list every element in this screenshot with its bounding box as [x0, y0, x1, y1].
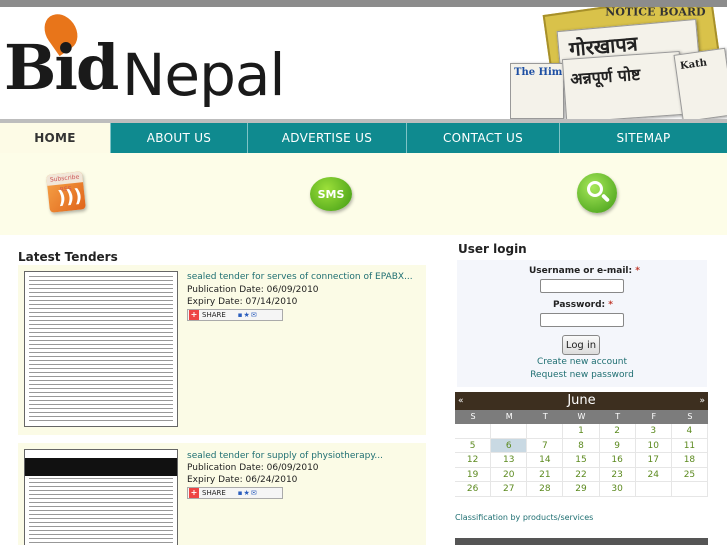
calendar-day[interactable]: 2 — [599, 424, 636, 439]
calendar-day[interactable]: 19 — [455, 467, 492, 482]
tender-expiry-date: Expiry Date: 06/24/2010 — [187, 475, 298, 485]
password-label: Password: * — [553, 300, 613, 310]
nav-sitemap[interactable]: SITEMAP — [560, 123, 727, 153]
calendar-day[interactable]: 25 — [671, 467, 708, 482]
logo-bid-text: Bid — [4, 31, 119, 104]
calendar-day[interactable]: 16 — [599, 453, 636, 468]
social-icons: ▪★✉ — [237, 311, 258, 319]
calendar-day[interactable]: 18 — [671, 453, 708, 468]
calendar-day[interactable]: 1 — [563, 424, 600, 439]
login-button[interactable]: Log in — [562, 335, 600, 355]
calendar-day[interactable]: 28 — [527, 482, 564, 497]
tender-publication-date: Publication Date: 06/09/2010 — [187, 463, 319, 473]
newspaper-banner: NOTICE BOARD गोरखापत्र The Him अन्नपूर्ण… — [510, 7, 727, 119]
rss-icon[interactable]: Subscribe RSS ))) — [46, 171, 86, 213]
calendar-day[interactable]: 7 — [527, 438, 564, 453]
calendar-prev-icon[interactable]: « — [458, 392, 464, 410]
calendar-empty-cell — [635, 482, 672, 497]
calendar-day[interactable]: 3 — [635, 424, 672, 439]
sms-icon[interactable]: SMS — [310, 177, 352, 211]
calendar-day[interactable]: 15 — [563, 453, 600, 468]
classification-link[interactable]: Classification by products/services — [455, 513, 593, 522]
calendar-day[interactable]: 12 — [455, 453, 492, 468]
tender-item: sealed tender for supply of physiotherap… — [18, 443, 426, 545]
search-icon[interactable] — [577, 173, 617, 213]
calendar-day[interactable]: 10 — [635, 438, 672, 453]
login-form: Username or e-mail: * Password: * Log in… — [457, 260, 707, 387]
share-plus-icon: + — [189, 488, 199, 498]
calendar-day[interactable]: 17 — [635, 453, 672, 468]
top-bar — [0, 0, 727, 7]
calendar-next-icon[interactable]: » — [699, 392, 705, 410]
password-field[interactable] — [540, 313, 624, 327]
calendar-empty-cell — [455, 424, 492, 439]
calendar-empty-cell — [671, 482, 708, 497]
create-account-link[interactable]: Create new account — [457, 357, 707, 367]
calendar-month: June — [567, 393, 596, 408]
calendar-day[interactable]: 11 — [671, 438, 708, 453]
tender-link[interactable]: sealed tender for supply of physiotherap… — [187, 451, 383, 461]
user-login-title: User login — [458, 242, 527, 256]
calendar-header: « June » — [455, 392, 708, 410]
calendar-day[interactable]: 22 — [563, 467, 600, 482]
request-password-link[interactable]: Request new password — [457, 370, 707, 380]
calendar-weekdays: S M T W T F S — [455, 410, 708, 424]
social-icons: ▪★✉ — [237, 489, 258, 497]
latest-tenders-title: Latest Tenders — [18, 250, 118, 264]
calendar-empty-cell — [491, 424, 528, 439]
newspaper-kathmandu: Kath — [673, 47, 727, 119]
tender-item: sealed tender for serves of connection o… — [18, 265, 426, 435]
main-nav: HOME ABOUT US ADVERTISE US CONTACT US SI… — [0, 123, 727, 153]
calendar: « June » S M T W T F S 1 2 3 4 5 6 7 8 9 10 11 12 13… — [455, 392, 708, 497]
username-label: Username or e-mail: * — [529, 266, 640, 276]
tender-thumbnail[interactable] — [24, 449, 178, 545]
calendar-day[interactable]: 30 — [599, 482, 636, 497]
calendar-day[interactable]: 14 — [527, 453, 564, 468]
calendar-day[interactable]: 23 — [599, 467, 636, 482]
tender-publication-date: Publication Date: 06/09/2010 — [187, 285, 319, 295]
calendar-day[interactable]: 24 — [635, 467, 672, 482]
calendar-day[interactable]: 26 — [455, 482, 492, 497]
calendar-day[interactable]: 9 — [599, 438, 636, 453]
calendar-day[interactable]: 13 — [491, 453, 528, 468]
nav-about-us[interactable]: ABOUT US — [111, 123, 248, 153]
feature-icon-strip: Subscribe RSS ))) SMS — [0, 153, 727, 235]
calendar-day[interactable]: 5 — [455, 438, 492, 453]
share-button[interactable]: + SHARE ▪★✉ — [187, 487, 283, 499]
calendar-grid: 1 2 3 4 5 6 7 8 9 10 11 12 13 14 15 16 17 18 19 20 21 22 23 24 2… — [455, 424, 708, 497]
calendar-empty-cell — [527, 424, 564, 439]
nav-contact-us[interactable]: CONTACT US — [407, 123, 560, 153]
calendar-day[interactable]: 4 — [671, 424, 708, 439]
newspaper-annapurna: अन्नपूर्ण पोष्ट — [561, 50, 685, 119]
logo-nepal-text: Nepal — [122, 41, 286, 109]
calendar-day[interactable]: 20 — [491, 467, 528, 482]
newspaper-himalayan: The Him — [510, 63, 564, 119]
calendar-day[interactable]: 29 — [563, 482, 600, 497]
calendar-day[interactable]: 21 — [527, 467, 564, 482]
tender-expiry-date: Expiry Date: 07/14/2010 — [187, 297, 298, 307]
nav-home[interactable]: HOME — [0, 123, 111, 153]
sidebar-bottom-bar — [455, 538, 708, 545]
share-plus-icon: + — [189, 310, 199, 320]
site-logo[interactable]: Bid Nepal — [4, 7, 286, 113]
site-header: Bid Nepal NOTICE BOARD गोरखापत्र The Him… — [0, 7, 727, 119]
calendar-day[interactable]: 8 — [563, 438, 600, 453]
tender-thumbnail[interactable] — [24, 271, 178, 427]
calendar-day[interactable]: 27 — [491, 482, 528, 497]
calendar-day[interactable]: 6 — [491, 438, 528, 453]
nav-advertise-us[interactable]: ADVERTISE US — [248, 123, 407, 153]
share-button[interactable]: + SHARE ▪★✉ — [187, 309, 283, 321]
tender-link[interactable]: sealed tender for serves of connection o… — [187, 272, 413, 282]
username-field[interactable] — [540, 279, 624, 293]
